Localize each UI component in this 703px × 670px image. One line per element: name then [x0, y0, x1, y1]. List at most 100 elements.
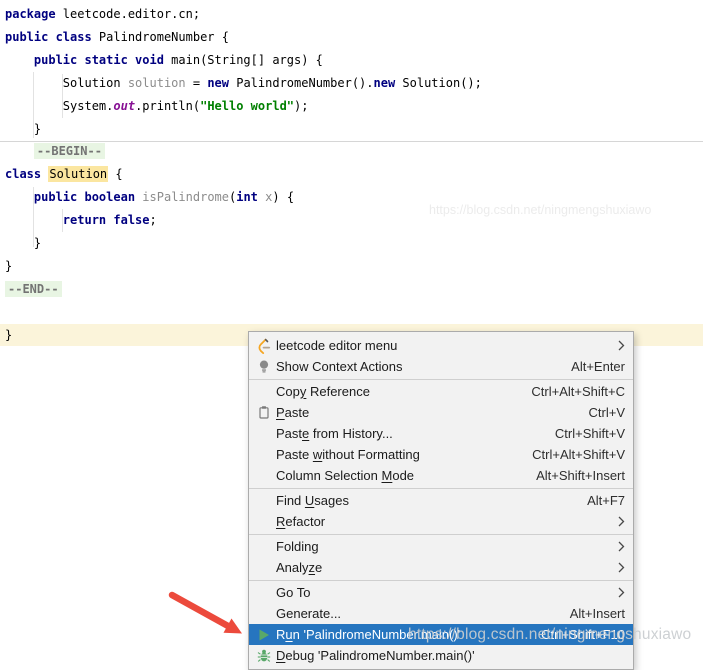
menu-item-shortcut: Ctrl+Alt+Shift+C [507, 384, 625, 399]
code-line[interactable]: } [5, 324, 12, 347]
menu-item-shortcut: Alt+Shift+Insert [512, 468, 625, 483]
code-token: public class [5, 30, 92, 44]
no-icon [254, 514, 273, 530]
code-line[interactable]: public class PalindromeNumber { [5, 26, 229, 49]
code-token: package [5, 7, 56, 21]
menu-separator [249, 379, 633, 380]
code-line[interactable]: package leetcode.editor.cn; [5, 3, 200, 26]
menu-item-paste-without-formatting[interactable]: Paste without Formatting Ctrl+Alt+Shift+V [249, 444, 633, 465]
code-token: new [374, 76, 396, 90]
menu-item-label: Generate... [276, 606, 341, 621]
menu-item-label: Run 'PalindromeNumber.main()' [276, 627, 460, 642]
code-line[interactable]: public static void main(String[] args) { [5, 49, 323, 72]
code-token: System. [5, 99, 113, 113]
code-token: "Hello world" [200, 99, 294, 113]
menu-item-shortcut: Ctrl+Alt+Shift+V [508, 447, 625, 462]
no-icon [254, 447, 273, 463]
code-token: ) { [272, 190, 294, 204]
no-icon [254, 493, 273, 509]
submenu-chevron-icon [618, 516, 625, 527]
menu-item-generate[interactable]: Generate... Alt+Insert [249, 603, 633, 624]
code-line[interactable]: class Solution { [5, 163, 123, 186]
menu-item-label: Paste [276, 405, 309, 420]
menu-item-go-to[interactable]: Go To [249, 582, 633, 603]
menu-item-label: Column Selection Mode [276, 468, 414, 483]
code-token: new [207, 76, 229, 90]
code-line[interactable]: } [5, 118, 41, 141]
code-token: return false [63, 213, 150, 227]
submenu-chevron-icon [618, 541, 625, 552]
code-token: leetcode.editor.cn; [56, 7, 201, 21]
code-token: ; [150, 213, 157, 227]
menu-item-label: Paste without Formatting [276, 447, 420, 462]
code-token: class [5, 167, 41, 181]
menu-item-run-palindromenumber-main[interactable]: Run 'PalindromeNumber.main()'Ctrl+Shift+… [249, 624, 633, 645]
menu-item-label: Go To [276, 585, 310, 600]
code-line[interactable]: public boolean isPalindrome(int x) { [5, 186, 294, 209]
context-menu: leetcode editor menu Show Context Actions… [248, 331, 634, 670]
code-token: isPalindrome [142, 190, 229, 204]
menu-item-find-usages[interactable]: Find UsagesAlt+F7 [249, 490, 633, 511]
no-icon [254, 585, 273, 601]
menu-item-shortcut: Alt+Insert [546, 606, 625, 621]
code-token: solution [128, 76, 186, 90]
menu-item-label: Show Context Actions [276, 359, 402, 374]
menu-item-copy-reference[interactable]: Copy ReferenceCtrl+Alt+Shift+C [249, 381, 633, 402]
no-icon [254, 560, 273, 576]
code-token: } [5, 259, 12, 273]
menu-item-shortcut: Ctrl+V [565, 405, 625, 420]
menu-item-label: Analyze [276, 560, 322, 575]
menu-item-column-selection-mode[interactable]: Column Selection Mode Alt+Shift+Insert [249, 465, 633, 486]
code-line[interactable]: } [5, 255, 12, 278]
code-line[interactable]: System.out.println("Hello world"); [5, 95, 308, 118]
menu-item-folding[interactable]: Folding [249, 536, 633, 557]
code-token: .println( [135, 99, 200, 113]
ide-editor-screen: package leetcode.editor.cn;public class … [0, 0, 703, 662]
code-token: PalindromeNumber { [92, 30, 229, 44]
code-line[interactable]: --BEGIN-- [5, 140, 105, 163]
code-token: main(String[] args) { [164, 53, 323, 67]
lightbulb-icon [254, 359, 273, 375]
menu-item-debug-palindromenumber-main[interactable]: Debug 'PalindromeNumber.main()' [249, 645, 633, 666]
menu-item-shortcut: Alt+F7 [563, 493, 625, 508]
code-token: int [236, 190, 258, 204]
menu-item-refactor[interactable]: Refactor [249, 511, 633, 532]
code-token: --END-- [5, 281, 62, 297]
code-token: public boolean [34, 190, 135, 204]
menu-separator [249, 488, 633, 489]
no-icon [254, 384, 273, 400]
menu-item-label: Folding [276, 539, 319, 554]
menu-separator [249, 580, 633, 581]
code-token: out [113, 99, 135, 113]
no-icon [254, 606, 273, 622]
no-icon [254, 468, 273, 484]
menu-item-leetcode-editor-menu[interactable]: leetcode editor menu [249, 335, 633, 356]
run-icon [254, 627, 273, 643]
paste-icon [254, 405, 273, 421]
no-icon [254, 426, 273, 442]
code-token [5, 53, 34, 67]
code-token: } [5, 236, 41, 250]
menu-item-label: leetcode editor menu [276, 338, 397, 353]
code-line[interactable]: } [5, 232, 41, 255]
code-line[interactable]: --END-- [5, 278, 62, 301]
code-token: = [186, 76, 208, 90]
menu-item-paste-from-history[interactable]: Paste from History...Ctrl+Shift+V [249, 423, 633, 444]
code-token: Solution(); [395, 76, 482, 90]
code-token [5, 144, 34, 158]
code-token: Solution [5, 76, 128, 90]
code-line[interactable]: Solution solution = new PalindromeNumber… [5, 72, 482, 95]
menu-item-show-context-actions[interactable]: Show Context Actions Alt+Enter [249, 356, 633, 377]
code-token: public static void [34, 53, 164, 67]
menu-item-analyze[interactable]: Analyze [249, 557, 633, 578]
code-line[interactable]: return false; [5, 209, 157, 232]
code-token: ); [294, 99, 308, 113]
menu-item-paste[interactable]: Paste Ctrl+V [249, 402, 633, 423]
menu-item-shortcut: Alt+Enter [547, 359, 625, 374]
code-token: } [5, 122, 41, 136]
leetcode-icon [254, 338, 273, 354]
code-token [5, 213, 63, 227]
submenu-chevron-icon [618, 562, 625, 573]
code-token: { [108, 167, 122, 181]
code-token: Solution [48, 166, 108, 182]
